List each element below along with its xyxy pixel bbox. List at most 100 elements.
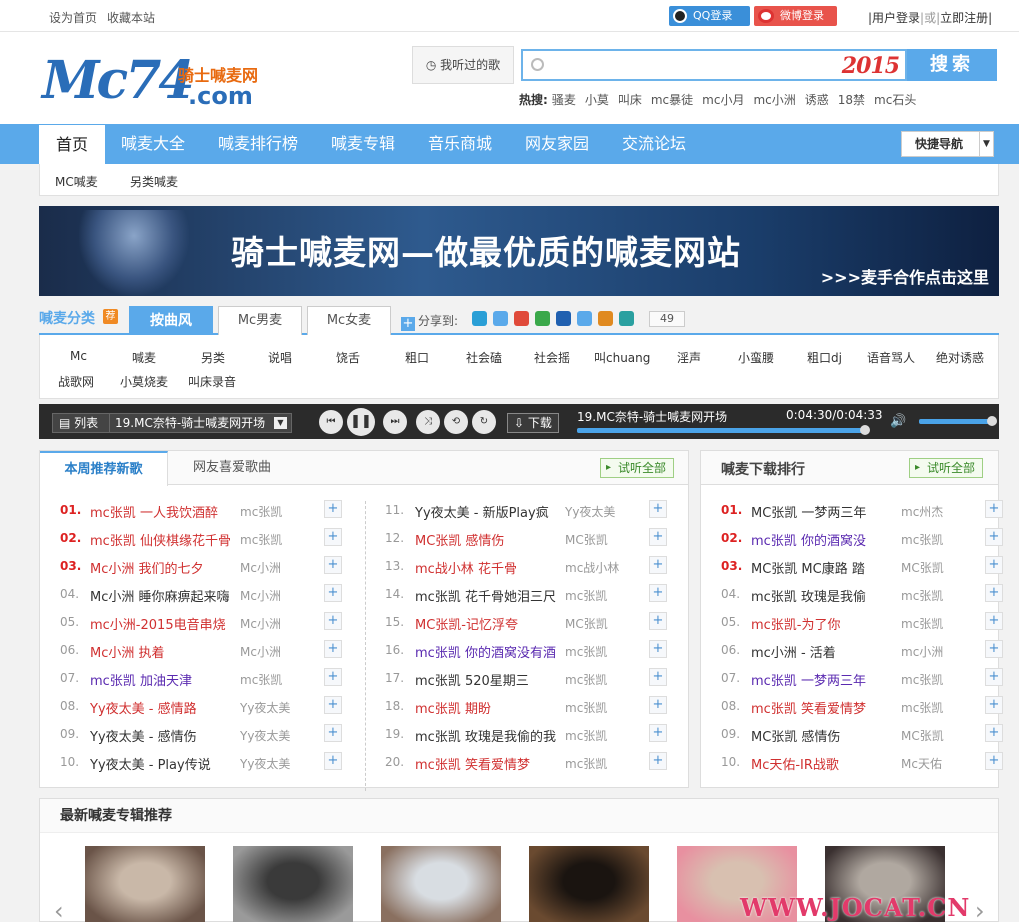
singer-name[interactable]: mc小洲: [901, 643, 981, 660]
nav-forum[interactable]: 交流论坛: [622, 124, 686, 164]
singer-name[interactable]: mc张凯: [901, 531, 981, 548]
set-home-link[interactable]: 设为首页: [49, 9, 97, 26]
category-item[interactable]: 叫chuang: [594, 349, 650, 366]
add-to-playlist-icon[interactable]: +: [324, 500, 342, 518]
singer-name[interactable]: Mc小洲: [240, 643, 320, 660]
add-to-playlist-icon[interactable]: +: [649, 584, 667, 602]
list-item[interactable]: 03. Mc小洲 我们的七夕 Mc小洲 +: [60, 556, 345, 587]
singer-name[interactable]: mc张凯: [565, 587, 645, 604]
song-title[interactable]: mc张凯 520星期三: [415, 670, 565, 689]
nav-community[interactable]: 网友家园: [525, 124, 589, 164]
song-title[interactable]: Mc小洲 我们的七夕: [90, 558, 240, 577]
add-to-playlist-icon[interactable]: +: [324, 612, 342, 630]
hot-term[interactable]: 诱惑: [805, 93, 829, 107]
bookmark-link[interactable]: 收藏本站: [107, 9, 155, 26]
nav-albums[interactable]: 喊麦专辑: [331, 124, 395, 164]
album-cover[interactable]: [381, 846, 501, 922]
tab-female[interactable]: Mc女麦: [307, 306, 391, 335]
singer-name[interactable]: mc张凯: [901, 587, 981, 604]
hot-term[interactable]: mc小月: [702, 93, 744, 107]
list-item[interactable]: 03. MC张凯 MC康路 踏 MC张凯 +: [721, 556, 1006, 587]
list-item[interactable]: 02. mc张凯 你的酒窝没 mc张凯 +: [721, 528, 1006, 559]
user-login-link[interactable]: |用户登录: [868, 11, 920, 25]
list-item[interactable]: 04. Mc小洲 睡你麻痹起来嗨 Mc小洲 +: [60, 584, 345, 615]
song-title[interactable]: mc张凯 玫瑰是我偷的我: [415, 726, 565, 745]
prev-button[interactable]: ⏮: [319, 410, 343, 434]
list-item[interactable]: 07. mc张凯 加油天津 mc张凯 +: [60, 668, 345, 699]
song-title[interactable]: MC张凯-记忆浮夸: [415, 614, 565, 633]
banner[interactable]: 骑士喊麦网—做最优质的喊麦网站 >>>麦手合作点击这里: [39, 206, 999, 296]
song-title[interactable]: MC张凯 一梦两三年: [751, 502, 901, 521]
song-title[interactable]: Yy夜太美 - Play传说: [90, 754, 240, 773]
add-to-playlist-icon[interactable]: +: [649, 752, 667, 770]
add-to-playlist-icon[interactable]: +: [649, 696, 667, 714]
song-title[interactable]: mc张凯 一人我饮酒醉: [90, 502, 240, 521]
list-item[interactable]: 09. Yy夜太美 - 感情伤 Yy夜太美 +: [60, 724, 345, 755]
share-icon[interactable]: [514, 311, 529, 326]
add-to-playlist-icon[interactable]: +: [649, 500, 667, 518]
hot-term[interactable]: mc石头: [874, 93, 916, 107]
ranking-view-all-button[interactable]: 试听全部: [909, 458, 983, 478]
song-title[interactable]: mc张凯 仙侠棋缘花千骨: [90, 530, 240, 549]
category-item[interactable]: 粗口: [405, 349, 429, 366]
category-item[interactable]: 另类: [201, 349, 225, 366]
list-item[interactable]: 18. mc张凯 期盼 mc张凯 +: [385, 696, 670, 727]
pause-button[interactable]: ❚❚: [347, 408, 375, 436]
add-to-playlist-icon[interactable]: +: [985, 724, 1003, 742]
singer-name[interactable]: Mc小洲: [240, 587, 320, 604]
add-to-playlist-icon[interactable]: +: [649, 724, 667, 742]
progress-bar[interactable]: [577, 425, 871, 435]
nav-all[interactable]: 喊麦大全: [121, 124, 185, 164]
add-to-playlist-icon[interactable]: +: [985, 696, 1003, 714]
add-to-playlist-icon[interactable]: +: [985, 640, 1003, 658]
song-title[interactable]: mc张凯 加油天津: [90, 670, 240, 689]
song-title[interactable]: mc张凯 你的酒窝没有酒: [415, 642, 565, 661]
singer-name[interactable]: MC张凯: [565, 615, 645, 632]
list-item[interactable]: 09. MC张凯 感情伤 MC张凯 +: [721, 724, 1006, 755]
list-item[interactable]: 08. mc张凯 笑看爱情梦 mc张凯 +: [721, 696, 1006, 727]
singer-name[interactable]: Yy夜太美: [240, 727, 320, 744]
category-item[interactable]: 小莫烧麦: [120, 373, 168, 390]
singer-name[interactable]: mc张凯: [565, 699, 645, 716]
category-item[interactable]: 饶舌: [336, 349, 360, 366]
tab-user-favorites[interactable]: 网友喜爱歌曲: [168, 451, 296, 485]
volume-handle[interactable]: [987, 416, 998, 426]
add-to-playlist-icon[interactable]: +: [649, 528, 667, 546]
list-item[interactable]: 01. MC张凯 一梦两三年 mc州杰 +: [721, 500, 1006, 531]
share-icon[interactable]: [556, 311, 571, 326]
song-title[interactable]: MC张凯 感情伤: [415, 530, 565, 549]
add-to-playlist-icon[interactable]: +: [649, 556, 667, 574]
singer-name[interactable]: mc张凯: [565, 671, 645, 688]
singer-name[interactable]: mc州杰: [901, 503, 981, 520]
list-item[interactable]: 01. mc张凯 一人我饮酒醉 mc张凯 +: [60, 500, 345, 531]
shuffle-icon[interactable]: ⤨: [416, 410, 440, 434]
song-title[interactable]: Yy夜太美 - 新版Play疯: [415, 502, 565, 521]
song-title[interactable]: mc张凯 玫瑰是我偷: [751, 586, 901, 605]
volume-icon[interactable]: 🔊: [890, 414, 906, 429]
singer-name[interactable]: mc张凯: [901, 699, 981, 716]
album-cover[interactable]: [233, 846, 353, 922]
singer-name[interactable]: mc张凯: [240, 503, 320, 520]
download-button[interactable]: ⇩ 下载: [507, 413, 559, 433]
banner-link[interactable]: >>>麦手合作点击这里: [821, 264, 989, 288]
song-title[interactable]: MC张凯 感情伤: [751, 726, 901, 745]
hot-term[interactable]: mc暴徒: [651, 93, 693, 107]
category-item[interactable]: 社会摇: [534, 349, 570, 366]
search-input[interactable]: 2015: [521, 49, 907, 81]
list-item[interactable]: 12. MC张凯 感情伤 MC张凯 +: [385, 528, 670, 559]
song-title[interactable]: mc张凯 期盼: [415, 698, 565, 717]
hot-term[interactable]: 叫床: [618, 93, 642, 107]
add-to-playlist-icon[interactable]: +: [985, 752, 1003, 770]
category-item[interactable]: 淫声: [677, 349, 701, 366]
singer-name[interactable]: mc战小林: [565, 559, 645, 576]
list-item[interactable]: 19. mc张凯 玫瑰是我偷的我 mc张凯 +: [385, 724, 670, 755]
song-title[interactable]: mc张凯-为了你: [751, 614, 901, 633]
add-to-playlist-icon[interactable]: +: [324, 724, 342, 742]
category-item[interactable]: 小蛮腰: [738, 349, 774, 366]
song-title[interactable]: Mc小洲 睡你麻痹起来嗨: [90, 586, 240, 605]
loop-one-icon[interactable]: ↻: [472, 410, 496, 434]
song-title[interactable]: Mc小洲 执着: [90, 642, 240, 661]
song-title[interactable]: Yy夜太美 - 感情路: [90, 698, 240, 717]
list-item[interactable]: 06. mc小洲 - 活着 mc小洲 +: [721, 640, 1006, 671]
subnav-mc[interactable]: MC喊麦: [55, 173, 98, 190]
